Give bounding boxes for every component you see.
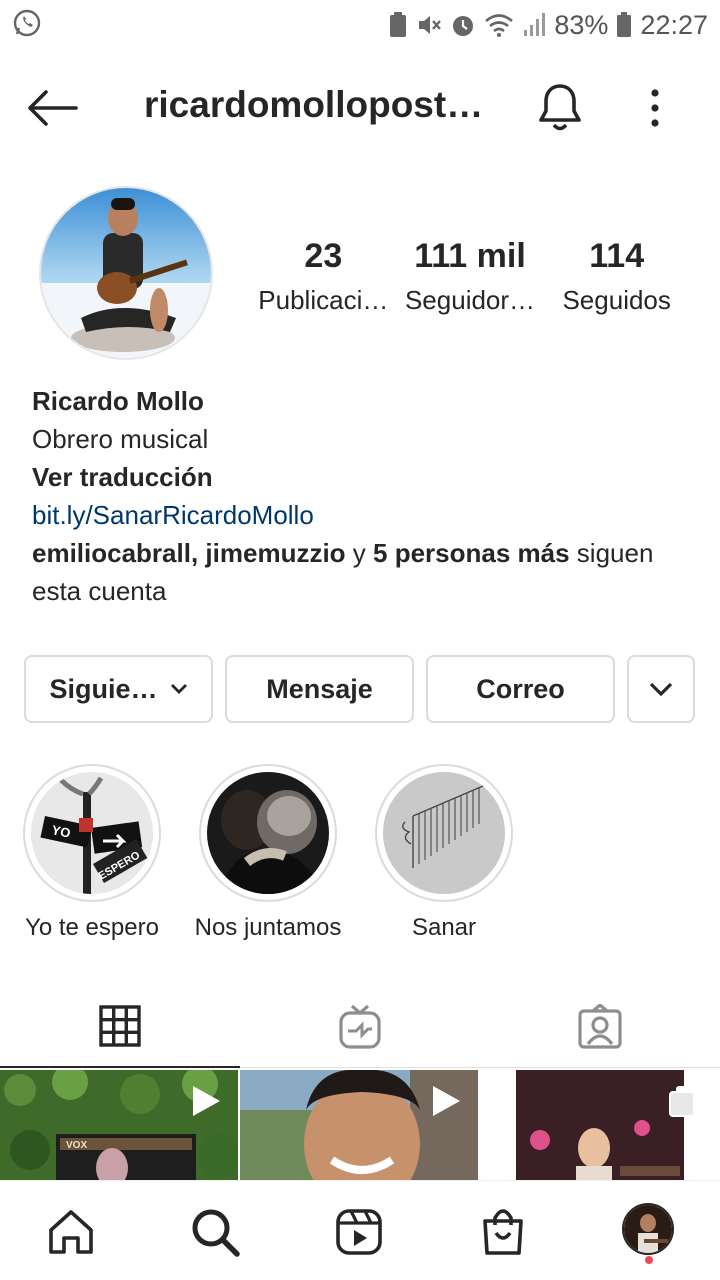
nav-profile-avatar[interactable]	[622, 1203, 674, 1255]
svg-text:VOX: VOX	[66, 1140, 87, 1151]
whatsapp-icon	[12, 8, 42, 43]
followers-count[interactable]: 111 mil Seguidor…	[397, 232, 544, 320]
follower-user-1: emiliocabrall	[32, 538, 191, 568]
highlight-label: Yo te espero	[25, 914, 159, 941]
followers-label: Seguidor…	[404, 285, 536, 315]
suggested-accounts-button[interactable]	[627, 655, 695, 723]
following-label: Seguidos	[562, 285, 671, 315]
highlight-cover-hug	[207, 772, 329, 894]
chevron-down-icon	[170, 684, 187, 694]
nav-search[interactable]	[188, 1205, 242, 1259]
follower-and: y	[345, 538, 374, 568]
bottom-navigation	[0, 1180, 720, 1280]
data-saver-icon	[388, 12, 408, 38]
notification-dot	[645, 1256, 653, 1264]
following-count[interactable]: 114 Seguidos	[543, 232, 690, 320]
follower-separator: ,	[190, 538, 206, 568]
bell-icon	[539, 84, 581, 131]
profile-top-bar: ricardomollopost…	[0, 70, 720, 146]
shopping-bag-icon	[483, 1209, 523, 1255]
profile-avatar[interactable]	[39, 186, 213, 360]
back-button[interactable]	[28, 88, 84, 128]
posts-grid: VOX	[0, 1070, 720, 1182]
follower-others: 5 personas más	[373, 538, 570, 568]
nav-reels[interactable]	[332, 1205, 386, 1259]
wifi-icon	[484, 12, 514, 38]
followed-by[interactable]: emiliocabrall, jimemuzzio y 5 personas m…	[32, 534, 692, 610]
post-thumbnail[interactable]	[480, 1070, 718, 1182]
profile-name: Ricardo Mollo	[32, 386, 204, 416]
highlight-sanar[interactable]: Sanar	[356, 764, 532, 942]
highlight-yo-te-espero[interactable]: YO ESPERO Yo te espero	[4, 764, 180, 942]
arrow-left-icon	[28, 90, 78, 126]
tab-tagged[interactable]	[480, 986, 720, 1068]
more-options-button[interactable]	[640, 84, 670, 132]
video-play-icon	[430, 1084, 462, 1118]
profile-actions: Siguie… Mensaje Correo	[24, 655, 696, 723]
highlight-cover-street-sign: YO ESPERO	[31, 772, 153, 894]
profile-username: ricardomollopost…	[144, 84, 484, 125]
story-highlights: YO ESPERO Yo te espero Nos juntamos Sana…	[0, 764, 720, 944]
reels-icon	[336, 1209, 382, 1255]
see-translation-link[interactable]: Ver traducción	[32, 458, 692, 496]
nav-shop[interactable]	[476, 1205, 530, 1259]
profile-bio: Ricardo Mollo Obrero musical Ver traducc…	[32, 382, 692, 610]
highlight-label: Nos juntamos	[194, 914, 342, 941]
mute-icon	[416, 12, 442, 38]
alarm-icon	[450, 12, 476, 38]
video-play-icon	[190, 1084, 222, 1118]
grid-icon	[99, 1005, 141, 1047]
signal-icon	[522, 12, 546, 38]
bio-text: Obrero musical	[32, 424, 209, 454]
following-number: 114	[589, 237, 645, 275]
highlight-nos-juntamos[interactable]: Nos juntamos	[180, 764, 356, 942]
battery-icon	[616, 12, 632, 38]
highlight-label: Sanar	[411, 914, 477, 941]
message-button-label: Mensaje	[266, 673, 373, 704]
igtv-icon	[339, 1004, 381, 1049]
battery-percent: 83%	[554, 9, 609, 40]
highlight-ring	[375, 764, 513, 902]
tab-igtv[interactable]	[240, 986, 480, 1068]
chevron-down-icon	[649, 682, 673, 697]
carousel-icon	[668, 1084, 702, 1118]
tagged-person-icon	[578, 1004, 622, 1049]
more-vertical-icon	[651, 89, 659, 127]
following-button[interactable]: Siguie…	[24, 655, 213, 723]
post-thumbnail[interactable]: VOX	[0, 1070, 238, 1182]
bio-link[interactable]: bit.ly/SanarRicardoMollo	[32, 496, 692, 534]
profile-stats: 23 Publicaci… 111 mil Seguidor… 114 Segu…	[250, 232, 690, 320]
post-thumbnail[interactable]	[240, 1070, 478, 1182]
highlight-ring	[199, 764, 337, 902]
message-button[interactable]: Mensaje	[225, 655, 414, 723]
followers-number: 111 mil	[414, 237, 526, 275]
highlight-cover-sketch	[383, 772, 505, 894]
posts-number: 23	[304, 237, 343, 275]
status-bar: 83% 22:27	[0, 0, 720, 50]
search-icon	[192, 1209, 240, 1257]
tab-posts-grid[interactable]	[0, 986, 240, 1068]
posts-count[interactable]: 23 Publicaci…	[250, 232, 397, 320]
notifications-button[interactable]	[536, 82, 586, 134]
profile-tabs	[0, 986, 720, 1068]
following-button-label: Siguie…	[49, 673, 158, 704]
email-button-label: Correo	[476, 673, 565, 704]
follower-user-2: jimemuzzio	[205, 538, 346, 568]
nav-home[interactable]	[44, 1205, 98, 1259]
clock-time: 22:27	[640, 9, 708, 40]
highlight-ring: YO ESPERO	[23, 764, 161, 902]
posts-label: Publicaci…	[258, 285, 389, 315]
home-icon	[49, 1210, 93, 1254]
email-button[interactable]: Correo	[426, 655, 615, 723]
